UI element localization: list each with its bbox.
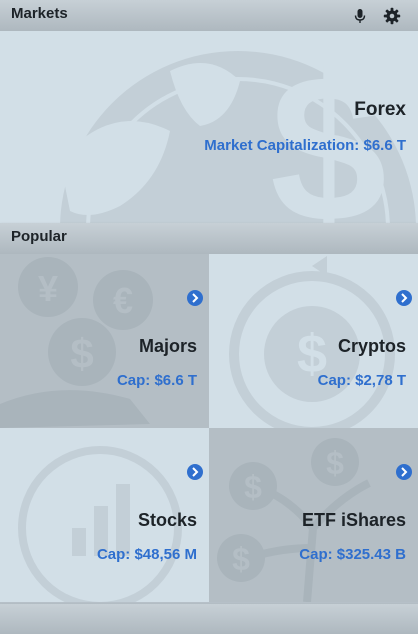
featured-title: Forex bbox=[354, 99, 406, 120]
bottom-bar bbox=[0, 604, 418, 634]
tile-cap: Cap: $6.6 T bbox=[116, 372, 197, 389]
chevron-right-icon[interactable] bbox=[396, 464, 412, 480]
svg-text:$: $ bbox=[270, 31, 387, 223]
chevron-right-icon[interactable] bbox=[187, 464, 203, 480]
featured-cap: Market Capitalization: $6.6 T bbox=[204, 137, 406, 154]
popular-section-header: Popular bbox=[0, 223, 418, 254]
svg-text:¥: ¥ bbox=[38, 268, 58, 309]
tile-title: Cryptos bbox=[337, 336, 406, 356]
tile-title: Majors bbox=[138, 336, 197, 356]
tile-cap: Cap: $325.43 B bbox=[299, 546, 406, 563]
forex-featured-card[interactable]: $ Forex Market Capitalization: $6.6 T bbox=[0, 31, 418, 223]
gear-icon[interactable] bbox=[383, 7, 401, 25]
page-title: Markets bbox=[11, 5, 68, 22]
majors-tile[interactable]: ¥ € $ Majors Cap: $6.6 T bbox=[0, 254, 209, 428]
tile-cap: Cap: $48,56 M bbox=[96, 546, 197, 563]
svg-text:€: € bbox=[113, 280, 133, 321]
chevron-right-icon[interactable] bbox=[187, 290, 203, 306]
svg-text:$: $ bbox=[326, 445, 344, 481]
tile-title: ETF iShares bbox=[301, 510, 406, 530]
cryptos-tile[interactable]: $ Cryptos Cap: $2,78 T bbox=[209, 254, 418, 428]
globe-dollar-background-icon: $ bbox=[60, 31, 416, 223]
chevron-right-icon[interactable] bbox=[396, 290, 412, 306]
microphone-icon[interactable] bbox=[351, 7, 369, 25]
section-title: Popular bbox=[11, 228, 67, 245]
tile-cap: Cap: $2,78 T bbox=[317, 372, 406, 389]
svg-text:$: $ bbox=[70, 330, 93, 377]
etf-ishares-tile[interactable]: $ $ $ ETF iShares Cap: $325.43 B bbox=[209, 428, 418, 602]
top-bar: Markets bbox=[0, 0, 418, 31]
svg-text:$: $ bbox=[244, 469, 262, 505]
svg-text:$: $ bbox=[232, 541, 250, 577]
tile-title: Stocks bbox=[137, 510, 197, 530]
stocks-tile[interactable]: Stocks Cap: $48,56 M bbox=[0, 428, 209, 602]
